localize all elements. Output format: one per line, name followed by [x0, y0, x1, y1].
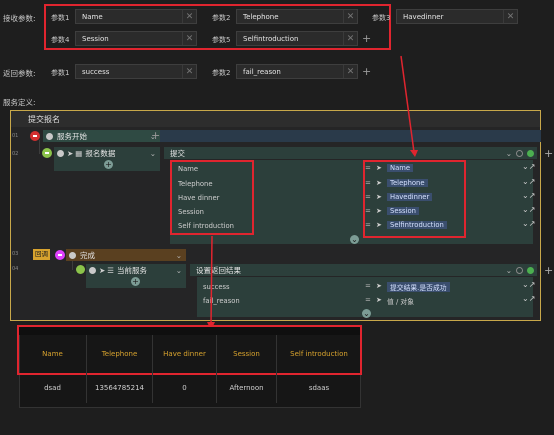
- table-header[interactable]: Name: [19, 335, 87, 373]
- table-cell: dsad: [19, 373, 87, 403]
- annotation-arrow-line: [210, 235, 213, 327]
- table-cell: Afternoon: [217, 373, 277, 403]
- table-header[interactable]: Session: [217, 335, 277, 373]
- table-header[interactable]: Telephone: [87, 335, 153, 373]
- table-cell: sdaas: [308, 384, 330, 392]
- annotation-arrowhead: [410, 150, 418, 157]
- annotation-arrow-line: [400, 55, 415, 153]
- table-row[interactable]: dsad 13564785214 0 Afternoon sdaas: [19, 373, 361, 403]
- table-header[interactable]: Have dinner: [153, 335, 217, 373]
- table-header[interactable]: Self introduction: [277, 335, 361, 373]
- table-header-row: Name Telephone Have dinner Session Self …: [19, 335, 361, 373]
- table-cell: 0: [153, 373, 217, 403]
- table-cell: 13564785214: [87, 373, 153, 403]
